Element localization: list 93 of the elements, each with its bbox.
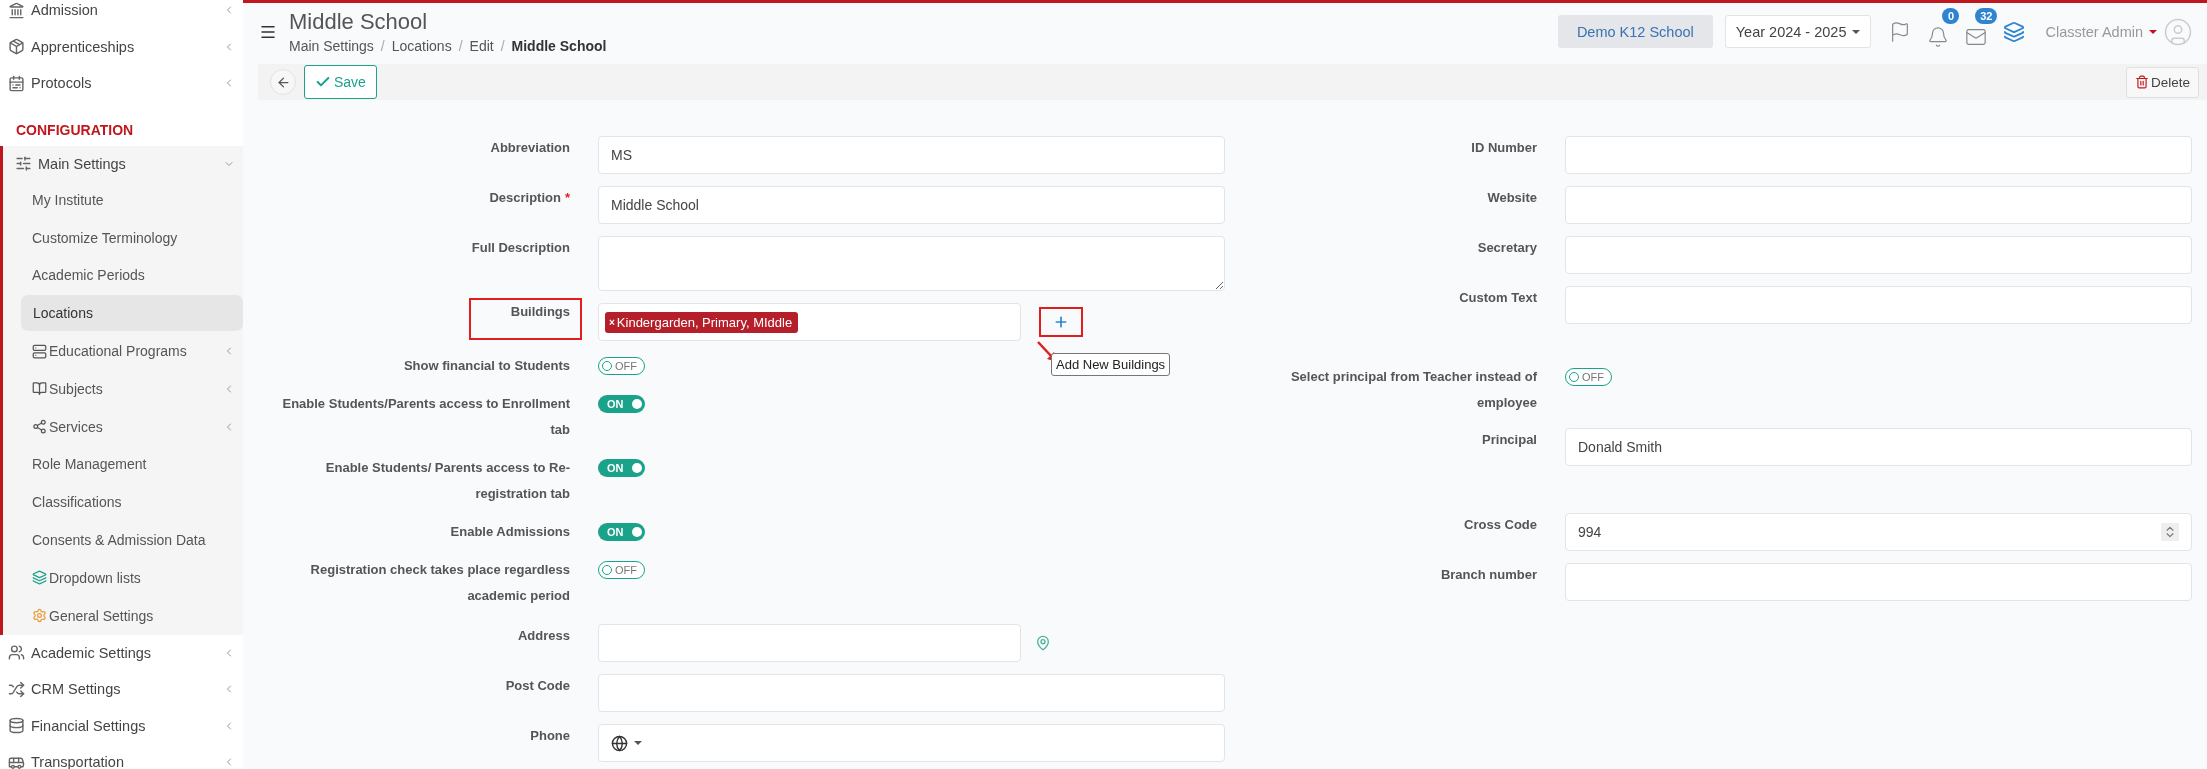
field-label: Website	[1487, 189, 1537, 207]
submenu-item[interactable]: Role Management	[3, 445, 243, 484]
text-field[interactable]	[1565, 186, 2192, 224]
back-button[interactable]	[270, 69, 296, 95]
submenu-item[interactable]: Locations	[21, 295, 243, 332]
submenu-item[interactable]: General Settings	[3, 596, 243, 635]
globe-icon[interactable]	[611, 734, 628, 752]
breadcrumb-link[interactable]: Middle School	[511, 38, 607, 54]
sidebar-item[interactable]: Admission	[0, 0, 243, 29]
breadcrumb-link[interactable]: Locations	[391, 38, 452, 54]
submenu-item[interactable]: Customize Terminology	[3, 218, 243, 257]
menu-icon	[8, 38, 25, 56]
breadcrumb-separator: /	[380, 38, 385, 54]
field-label: Address	[517, 627, 570, 645]
phone-field[interactable]	[598, 724, 1225, 762]
menu-icon	[32, 343, 47, 359]
submenu-item[interactable]: Educational Programs	[3, 332, 243, 370]
text-field[interactable]: Middle School	[598, 186, 1225, 224]
menu-icon	[32, 381, 47, 397]
sidebar-item[interactable]: Protocols	[0, 65, 243, 102]
section-heading: CONFIGURATION	[15, 121, 135, 140]
text-field[interactable]	[1565, 286, 2192, 324]
delete-button[interactable]: Delete	[2125, 66, 2199, 98]
field-label: Description *	[489, 189, 570, 207]
menu-icon	[8, 717, 25, 735]
text-field[interactable]	[598, 674, 1225, 712]
message-count: 32	[1975, 7, 1998, 24]
number-field[interactable]: 994	[1565, 513, 2192, 551]
field-label: Show financial to Students	[403, 357, 570, 375]
submenu-item[interactable]: My Institute	[3, 181, 243, 219]
menu-icon	[8, 1, 25, 19]
breadcrumb-link[interactable]: Main Settings	[289, 38, 374, 54]
sidebar-item[interactable]: Academic Settings	[0, 634, 243, 672]
field-label: Enable Students/ Parents access to Re-registration tab	[324, 459, 570, 503]
menu-icon	[32, 570, 47, 586]
field-label: Phone	[530, 727, 570, 745]
submenu-item[interactable]: Consents & Admission Data	[3, 521, 243, 559]
submenu-item[interactable]: Academic Periods	[3, 256, 243, 295]
toggle-switch[interactable]: OFF	[1565, 368, 1612, 386]
field-label: Custom Text	[1459, 289, 1537, 307]
menu-icon	[32, 608, 47, 624]
plus-icon	[1053, 314, 1069, 330]
submenu-item[interactable]: Services	[3, 407, 243, 446]
year-select[interactable]: Year 2024 - 2025	[1724, 15, 1872, 48]
field-label: Cross Code	[1464, 516, 1537, 534]
spinner-icon[interactable]	[2161, 523, 2179, 541]
field-label: Buildings	[468, 298, 582, 340]
sidebar-item[interactable]: Main Settings	[3, 146, 243, 181]
tags-field[interactable]: ×Kindergarden, Primary, MIddle	[598, 303, 1021, 341]
field-label: Full Description	[471, 239, 570, 257]
breadcrumb-separator: /	[500, 38, 505, 54]
sidebar-item[interactable]: Financial Settings	[0, 707, 243, 745]
school-button[interactable]: Demo K12 School	[1557, 15, 1713, 48]
field-label: Branch number	[1440, 566, 1537, 584]
tag-chip[interactable]: ×Kindergarden, Primary, MIddle	[605, 311, 799, 333]
breadcrumb-separator: /	[458, 38, 463, 54]
notification-count: 0	[1942, 7, 1960, 24]
menu-icon	[8, 644, 25, 662]
menu-icon	[32, 419, 47, 435]
field-label: ID Number	[1471, 139, 1537, 157]
field-label: Secretary	[1477, 239, 1537, 257]
toggle-switch[interactable]: OFF	[598, 357, 645, 375]
trash-icon	[2134, 75, 2149, 89]
text-field[interactable]	[1565, 563, 2192, 601]
menu-icon	[8, 680, 25, 698]
menu-icon	[8, 74, 25, 92]
sidebar-item[interactable]: Apprenticeships	[0, 28, 243, 65]
field-label: Enable Students/Parents access to Enrollment tab	[281, 395, 570, 439]
sidebar-item[interactable]: CRM Settings	[0, 671, 243, 708]
text-field[interactable]: MS	[598, 136, 1225, 174]
field-label: Enable Admissions	[450, 523, 570, 541]
caret-icon	[634, 741, 642, 745]
menu-icon	[15, 155, 32, 172]
field-label: Abbreviation	[490, 139, 570, 157]
page-title: Middle School	[289, 9, 429, 35]
text-field[interactable]	[1565, 236, 2192, 274]
field-label: Post Code	[505, 677, 570, 695]
submenu-item[interactable]: Subjects	[3, 370, 243, 408]
text-area[interactable]	[598, 236, 1225, 291]
text-field[interactable]	[1565, 136, 2192, 174]
text-field[interactable]: Donald Smith	[1565, 428, 2192, 466]
address-field[interactable]	[598, 624, 1021, 662]
add-button[interactable]	[1039, 307, 1083, 337]
map-pin-icon[interactable]	[1035, 635, 1051, 651]
avatar-icon	[2163, 16, 2193, 47]
toggle-switch[interactable]: OFF	[598, 561, 645, 579]
field-label: Registration check takes place regardless academic period	[309, 561, 570, 605]
submenu-item[interactable]: Classifications	[3, 483, 243, 522]
tooltip: Add New Buildings	[1051, 353, 1171, 376]
submenu-item[interactable]: Dropdown lists	[3, 558, 243, 597]
breadcrumb-link[interactable]: Edit	[469, 38, 494, 54]
field-label: Select principal from Teacher instead of employee	[1289, 368, 1537, 412]
field-label: Principal	[1482, 431, 1537, 449]
